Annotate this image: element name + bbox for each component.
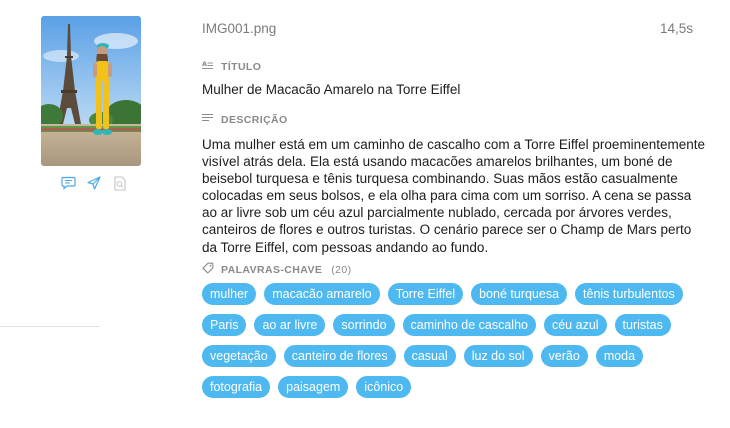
title-section-header: A TÍTULO [202,60,261,73]
description-label: DESCRIÇÃO [221,113,288,126]
processing-time: 14,5s [659,21,693,36]
keyword-chip[interactable]: verão [540,345,588,367]
keyword-chip[interactable]: macacão amarelo [264,283,380,305]
keyword-chip[interactable]: turistas [614,314,671,336]
sidebar-divider [0,326,100,327]
eiffel-photo-icon [41,16,141,166]
title-label: TÍTULO [221,60,262,73]
keyword-chip[interactable]: canteiro de flores [283,345,396,367]
keyword-chip[interactable]: Torre Eiffel [387,283,464,305]
keyword-chip[interactable]: moda [595,345,644,367]
keyword-chip[interactable]: casual [403,345,456,367]
keywords-section-header: PALAVRAS-CHAVE (20) [202,262,352,277]
keyword-chip[interactable]: sorrindo [333,314,395,336]
svg-text:A: A [202,60,207,68]
text-format-icon: A [202,60,214,73]
keyword-chip[interactable]: ao ar livre [254,314,326,336]
image-title[interactable]: Mulher de Macacão Amarelo na Torre Eiffe… [202,82,460,97]
keywords-count: (20) [331,263,352,276]
keyword-chip[interactable]: boné turquesa [471,283,568,305]
keyword-chip[interactable]: Paris [202,314,247,336]
keyword-chip[interactable]: vegetação [202,345,276,367]
keyword-chip[interactable]: icônico [356,376,412,398]
keyword-chip[interactable]: tênis turbulentos [575,283,683,305]
tag-icon [202,262,214,277]
keyword-chip[interactable]: caminho de cascalho [402,314,536,336]
keyword-chip[interactable]: mulher [202,283,257,305]
keyword-chip[interactable]: luz do sol [463,345,533,367]
document-search-icon[interactable] [112,175,128,191]
keyword-chip[interactable]: céu azul [543,314,607,336]
thumbnail-actions [60,175,128,191]
thumbnail-image[interactable] [41,16,141,166]
keyword-chip[interactable]: fotografia [202,376,271,398]
image-description[interactable]: Uma mulher está em um caminho de cascalh… [202,136,707,256]
lines-icon [202,113,214,126]
description-section-header: DESCRIÇÃO [202,113,288,126]
send-icon[interactable] [86,175,102,191]
keywords-label: PALAVRAS-CHAVE [221,263,323,276]
comment-icon[interactable] [60,175,76,191]
keyword-chip[interactable]: paisagem [278,376,349,398]
file-name: IMG001.png [202,21,277,36]
keyword-list: mulher macacão amarelo Torre Eiffel boné… [202,283,707,398]
